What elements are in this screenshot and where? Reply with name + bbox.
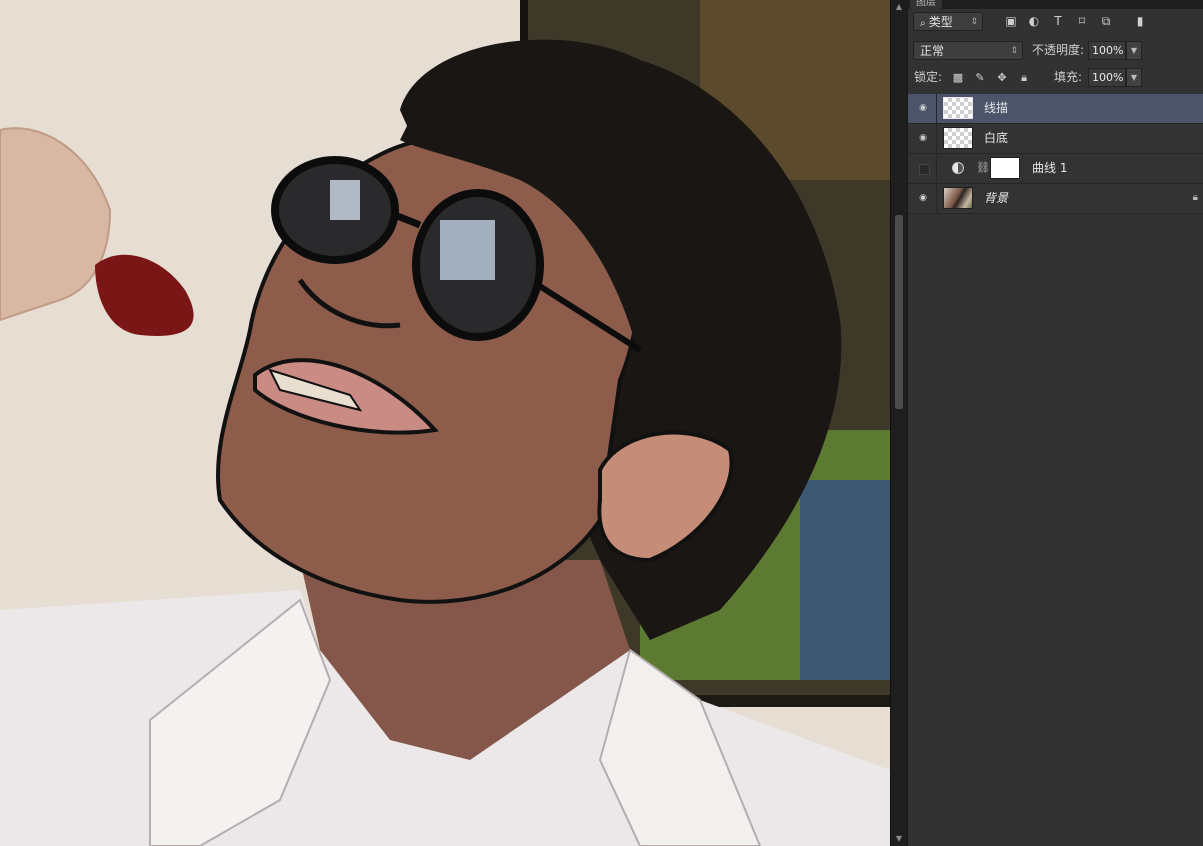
search-icon: ⌕ [920, 18, 929, 29]
select-arrows-icon: ⇕ [1010, 46, 1018, 56]
lock-position-icon[interactable]: ✥ [994, 68, 1010, 87]
lock-label: 锁定: [914, 70, 943, 84]
scroll-down-arrow-icon[interactable]: ▼ [891, 832, 907, 846]
filter-kind-label: 类型 [928, 15, 953, 29]
layer-name[interactable]: 白底 [984, 124, 1008, 153]
layer-thumbnail [943, 127, 973, 149]
scroll-up-arrow-icon[interactable]: ▲ [891, 0, 907, 14]
layers-list: ◉ 线描 ◉ 白底 ⛓︎ 曲线 1 ◉ 背景 🔒︎ [908, 94, 1203, 214]
lock-transparent-icon[interactable]: ▩ [950, 68, 966, 87]
link-chain-icon[interactable]: ⛓︎ [976, 161, 990, 174]
visibility-eye-icon[interactable]: ◉ [917, 193, 929, 204]
layer-name[interactable]: 背景 [984, 184, 1008, 213]
visibility-eye-icon[interactable]: ◉ [917, 103, 929, 114]
filter-kind-select[interactable]: ⌕ 类型 ⇕ [913, 12, 983, 31]
photo-artwork [0, 0, 890, 846]
filter-toggle-icon[interactable]: ▮ [1132, 12, 1148, 31]
document-canvas[interactable] [0, 0, 890, 846]
divider [936, 154, 937, 183]
lock-all-icon[interactable]: 🔒︎ [1016, 68, 1032, 87]
adjustment-filter-icon[interactable]: ◐ [1026, 12, 1042, 31]
type-filter-icon[interactable]: T [1050, 12, 1066, 31]
divider [936, 94, 937, 123]
fill-input[interactable]: 100% [1088, 68, 1126, 87]
blend-opacity-row: 正常 ⇕ 不透明度: 100% ▼ [908, 40, 1203, 68]
shape-filter-icon[interactable]: ⌑ [1074, 12, 1090, 31]
layer-thumbnail [943, 187, 973, 209]
layer-name[interactable]: 线描 [984, 94, 1008, 123]
divider [936, 124, 937, 153]
lock-icon: 🔒︎ [1192, 192, 1198, 203]
layer-thumbnail [943, 97, 973, 119]
layer-filter-row: ⌕ 类型 ⇕ ▣ ◐ T ⌑ ⧉ ▮ [908, 12, 1203, 40]
blend-mode-label: 正常 [920, 44, 945, 58]
smart-object-filter-icon[interactable]: ⧉ [1098, 12, 1114, 31]
layer-name[interactable]: 曲线 1 [1032, 154, 1067, 183]
image-filter-icon[interactable]: ▣ [1003, 12, 1019, 31]
curves-adjustment-icon [952, 162, 964, 174]
layer-row-lineart[interactable]: ◉ 线描 [908, 94, 1203, 124]
visibility-eye-icon[interactable]: ◉ [917, 133, 929, 144]
layer-row-white-base[interactable]: ◉ 白底 [908, 124, 1203, 154]
lock-paint-icon[interactable]: ✎ [972, 68, 988, 87]
blend-mode-select[interactable]: 正常 ⇕ [913, 41, 1023, 60]
layer-mask-thumbnail[interactable] [990, 157, 1020, 179]
scroll-thumb[interactable] [894, 214, 904, 410]
divider [936, 184, 937, 213]
layers-tab[interactable]: 图层 [910, 0, 942, 9]
layers-panel: 图层 ⌕ 类型 ⇕ ▣ ◐ T ⌑ ⧉ ▮ 正常 ⇕ 不透明度: 100% ▼ … [907, 0, 1203, 846]
fill-dropdown-icon[interactable]: ▼ [1126, 68, 1142, 87]
visibility-off-box[interactable] [919, 164, 930, 175]
layer-row-background[interactable]: ◉ 背景 🔒︎ [908, 184, 1203, 214]
opacity-dropdown-icon[interactable]: ▼ [1126, 41, 1142, 60]
canvas-vertical-scrollbar[interactable]: ▲ ▼ [890, 0, 907, 846]
opacity-input[interactable]: 100% [1088, 41, 1126, 60]
layer-row-curves[interactable]: ⛓︎ 曲线 1 [908, 154, 1203, 184]
lock-fill-row: 锁定: ▩ ✎ ✥ 🔒︎ 填充: 100% ▼ [908, 68, 1203, 96]
opacity-label: 不透明度: [1032, 43, 1085, 57]
fill-label: 填充: [1054, 70, 1083, 84]
select-arrows-icon: ⇕ [970, 17, 978, 27]
panel-tab-bar: 图层 [908, 0, 1203, 9]
